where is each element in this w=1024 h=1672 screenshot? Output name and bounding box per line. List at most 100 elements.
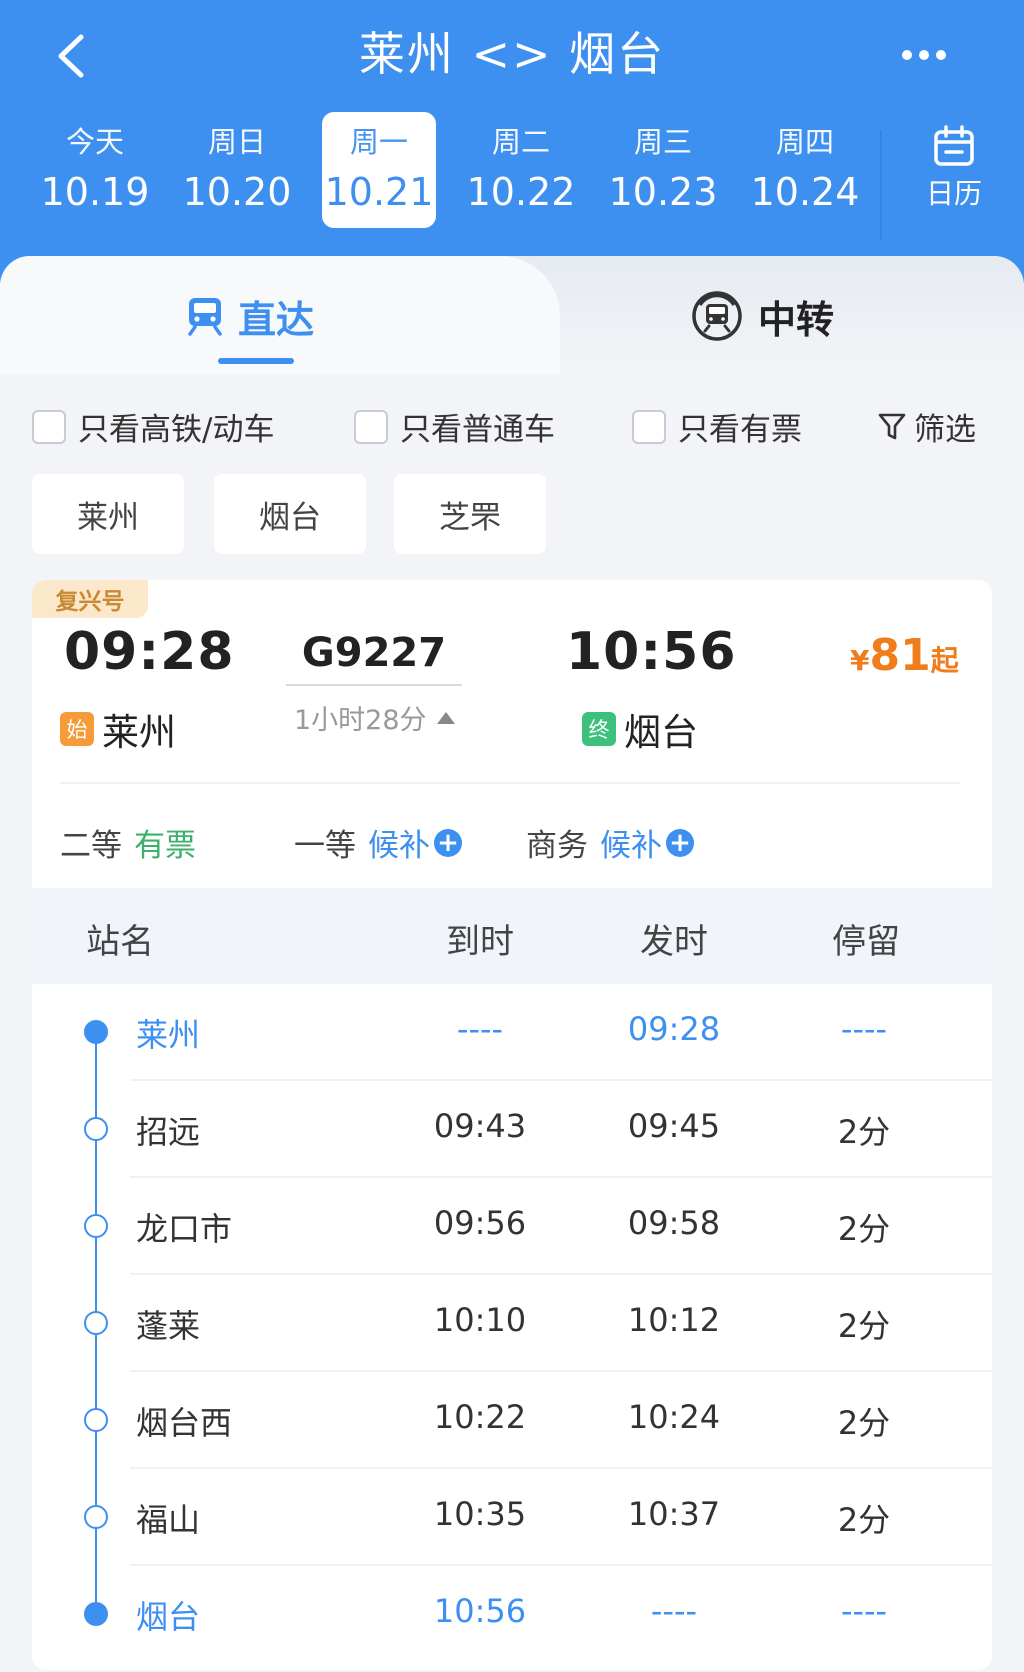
stop-stay: 2分: [837, 1501, 891, 1539]
date-day: 10.19: [40, 170, 150, 214]
stop-depart: 09:58: [627, 1204, 721, 1242]
column-header-arrive: 到时: [446, 922, 514, 962]
stop-stay: 2分: [837, 1210, 891, 1248]
price-suffix: 起: [930, 644, 959, 677]
train-number: G9227: [301, 630, 447, 676]
train-route-line: [286, 684, 462, 686]
tab-transfer[interactable]: 中转: [690, 286, 834, 346]
date-day: 10.21: [324, 170, 434, 214]
duration-text: 1小时28分: [294, 705, 427, 736]
train-type-badge: 复兴号: [32, 580, 148, 618]
transfer-train-icon: [692, 291, 742, 341]
table-row: 烟台 10:56 ---- ----: [32, 1566, 992, 1663]
stop-stay: ----: [840, 1010, 888, 1048]
stop-name: 蓬莱: [136, 1307, 201, 1345]
date-tab[interactable]: 周四 10.24: [734, 112, 876, 228]
page-title: 莱州 <> 烟台: [358, 27, 666, 81]
station-dot: [84, 1020, 108, 1044]
filter-label: 筛选: [914, 412, 976, 448]
stop-arrive: 09:56: [433, 1204, 527, 1242]
price-symbol: ¥: [850, 644, 870, 677]
table-row: 莱州 ---- 09:28 ----: [32, 984, 992, 1081]
calendar-button[interactable]: 日历: [896, 124, 1012, 224]
station-chip[interactable]: 芝罘: [394, 474, 546, 554]
table-row: 招远 09:43 09:45 2分: [32, 1081, 992, 1178]
station-dot: [84, 1505, 108, 1529]
date-weekday: 今天: [65, 125, 124, 159]
table-row: 烟台西 10:22 10:24 2分: [32, 1372, 992, 1469]
checkbox-box: [632, 409, 666, 444]
stops-table-header: 站名 到时 发时 停留: [32, 888, 992, 984]
date-tab-selected[interactable]: 周一 10.21: [322, 112, 436, 228]
checkbox-normal-train[interactable]: 只看普通车: [354, 404, 555, 449]
date-weekday: 周二: [491, 125, 550, 159]
column-header-stay: 停留: [832, 922, 900, 962]
date-selector: 今天 10.19 周日 10.20 周一 10.21 周二 10.22 周三 1…: [24, 112, 876, 230]
column-header-station: 站名: [86, 922, 154, 962]
departure-time: 09:28: [64, 622, 235, 682]
seat-second-class[interactable]: 二等 有票: [60, 820, 196, 865]
checkbox-high-speed[interactable]: 只看高铁/动车: [32, 404, 274, 449]
divider: [60, 782, 960, 784]
train-card[interactable]: 复兴号 09:28 G9227 1小时28分 10:56 始 莱州 终 烟台 ¥…: [32, 580, 992, 1670]
stop-stay: ----: [840, 1592, 888, 1630]
price: ¥ 81 起: [850, 630, 959, 681]
duration-toggle[interactable]: 1小时28分: [294, 698, 455, 737]
more-horizontal-icon: [936, 50, 946, 60]
checkbox-available-only[interactable]: 只看有票: [632, 404, 802, 449]
date-day: 10.24: [750, 170, 860, 214]
seat-business-class[interactable]: 商务 候补 +: [526, 820, 694, 865]
stop-arrive: 10:35: [433, 1495, 527, 1533]
more-button[interactable]: [894, 30, 954, 80]
stop-depart: 10:24: [627, 1398, 721, 1436]
seat-status: 候补: [368, 828, 430, 864]
date-tab[interactable]: 周三 10.23: [592, 112, 734, 228]
date-day: 10.23: [608, 170, 718, 214]
tab-direct[interactable]: 直达: [186, 286, 314, 346]
stop-stay: 2分: [837, 1113, 891, 1151]
calendar-icon: [934, 125, 974, 166]
date-weekday: 周日: [207, 125, 266, 159]
stop-name: 招远: [136, 1113, 201, 1151]
tab-direct-label: 直达: [238, 297, 315, 342]
filter-row: 只看高铁/动车 只看普通车 只看有票 筛选: [32, 396, 992, 456]
arrival-time: 10:56: [566, 622, 737, 682]
filter-button[interactable]: 筛选: [878, 404, 976, 449]
stop-name: 福山: [136, 1501, 201, 1539]
station-dot: [84, 1214, 108, 1238]
date-tab[interactable]: 周日 10.20: [166, 112, 308, 228]
top-bar: 莱州 <> 烟台 今天 10.19 周日 10.20 周一 10.21 周二 1…: [0, 0, 1024, 300]
origin-station-name: 莱州: [102, 711, 176, 754]
seat-class: 商务: [526, 828, 588, 864]
stop-stay: 2分: [837, 1307, 891, 1345]
stop-depart: 10:12: [627, 1301, 721, 1339]
date-tab[interactable]: 周二 10.22: [450, 112, 592, 228]
date-day: 10.22: [466, 170, 576, 214]
stop-stay: 2分: [837, 1404, 891, 1442]
plus-circle-icon[interactable]: +: [666, 828, 694, 857]
destination-station: 终 烟台: [582, 702, 698, 756]
date-tab[interactable]: 今天 10.19: [24, 112, 166, 228]
end-tag: 终: [582, 712, 616, 746]
date-day: 10.20: [182, 170, 292, 214]
stop-name: 莱州: [136, 1016, 201, 1054]
tab-transfer-label: 中转: [758, 297, 835, 342]
seat-class: 二等: [60, 828, 122, 864]
checkbox-label: 只看普通车: [400, 412, 555, 448]
filter-icon: [878, 413, 906, 439]
date-weekday: 周三: [633, 125, 692, 159]
stops-table: 莱州 ---- 09:28 ---- 招远 09:43 09:45 2分 龙口市…: [32, 984, 992, 1663]
table-row: 龙口市 09:56 09:58 2分: [32, 1178, 992, 1275]
station-chip[interactable]: 烟台: [214, 474, 366, 554]
seat-first-class[interactable]: 一等 候补 +: [294, 820, 462, 865]
station-chip[interactable]: 莱州: [32, 474, 184, 554]
calendar-label: 日历: [925, 177, 982, 210]
seat-class: 一等: [294, 828, 356, 864]
date-weekday: 周一: [349, 125, 408, 159]
stop-depart: 09:28: [627, 1010, 721, 1048]
price-value: 81: [869, 630, 931, 681]
stop-name: 龙口市: [136, 1210, 233, 1248]
plus-circle-icon[interactable]: +: [434, 828, 462, 857]
stop-arrive: 09:43: [433, 1107, 527, 1145]
date-weekday: 周四: [775, 125, 834, 159]
